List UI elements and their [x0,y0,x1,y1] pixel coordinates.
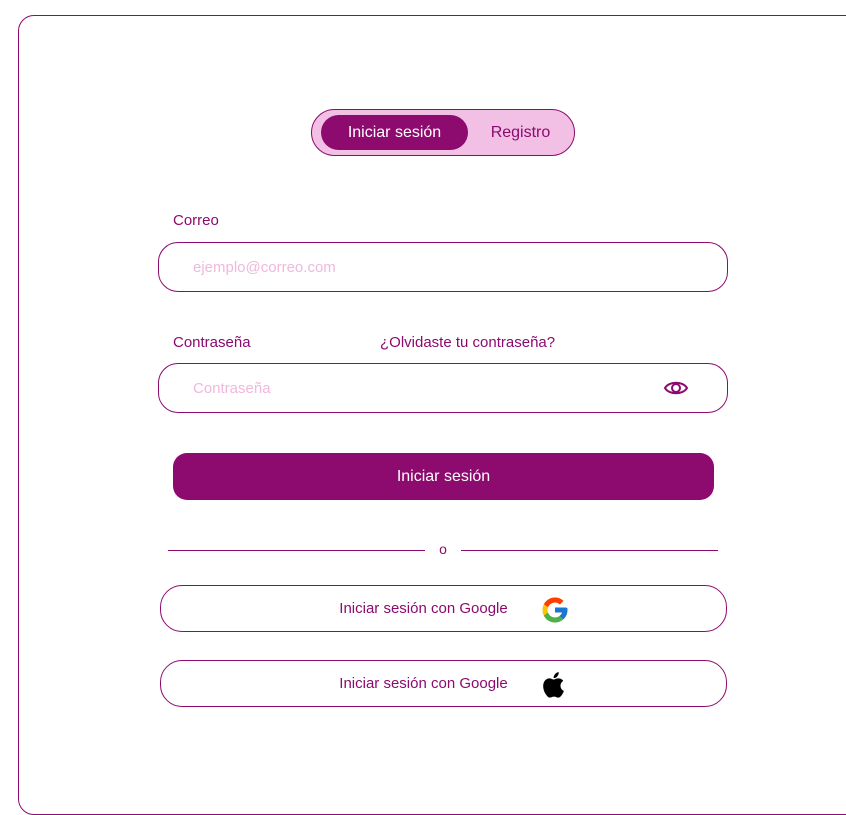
email-label: Correo [173,212,219,229]
login-submit-button[interactable]: Iniciar sesión [173,453,714,500]
divider-line-left [168,550,425,551]
eye-icon[interactable] [663,377,689,399]
google-icon [540,595,570,625]
tab-register[interactable]: Registro [474,115,567,150]
email-field[interactable] [191,257,655,277]
apple-login-button[interactable]: Iniciar sesión con Google [160,660,727,707]
divider-text: o [439,541,447,557]
apple-icon [540,670,570,700]
email-field-container [158,242,728,292]
google-login-button[interactable]: Iniciar sesión con Google [160,585,727,632]
password-field[interactable] [191,378,655,398]
divider-line-right [461,550,718,551]
tab-login[interactable]: Iniciar sesión [321,115,468,150]
google-login-label: Iniciar sesión con Google [339,600,508,617]
apple-login-label: Iniciar sesión con Google [339,675,508,692]
auth-mode-toggle: Iniciar sesión Registro [311,109,575,156]
forgot-password-link[interactable]: ¿Olvidaste tu contraseña? [380,334,555,351]
password-field-container [158,363,728,413]
password-label: Contraseña [173,334,251,351]
